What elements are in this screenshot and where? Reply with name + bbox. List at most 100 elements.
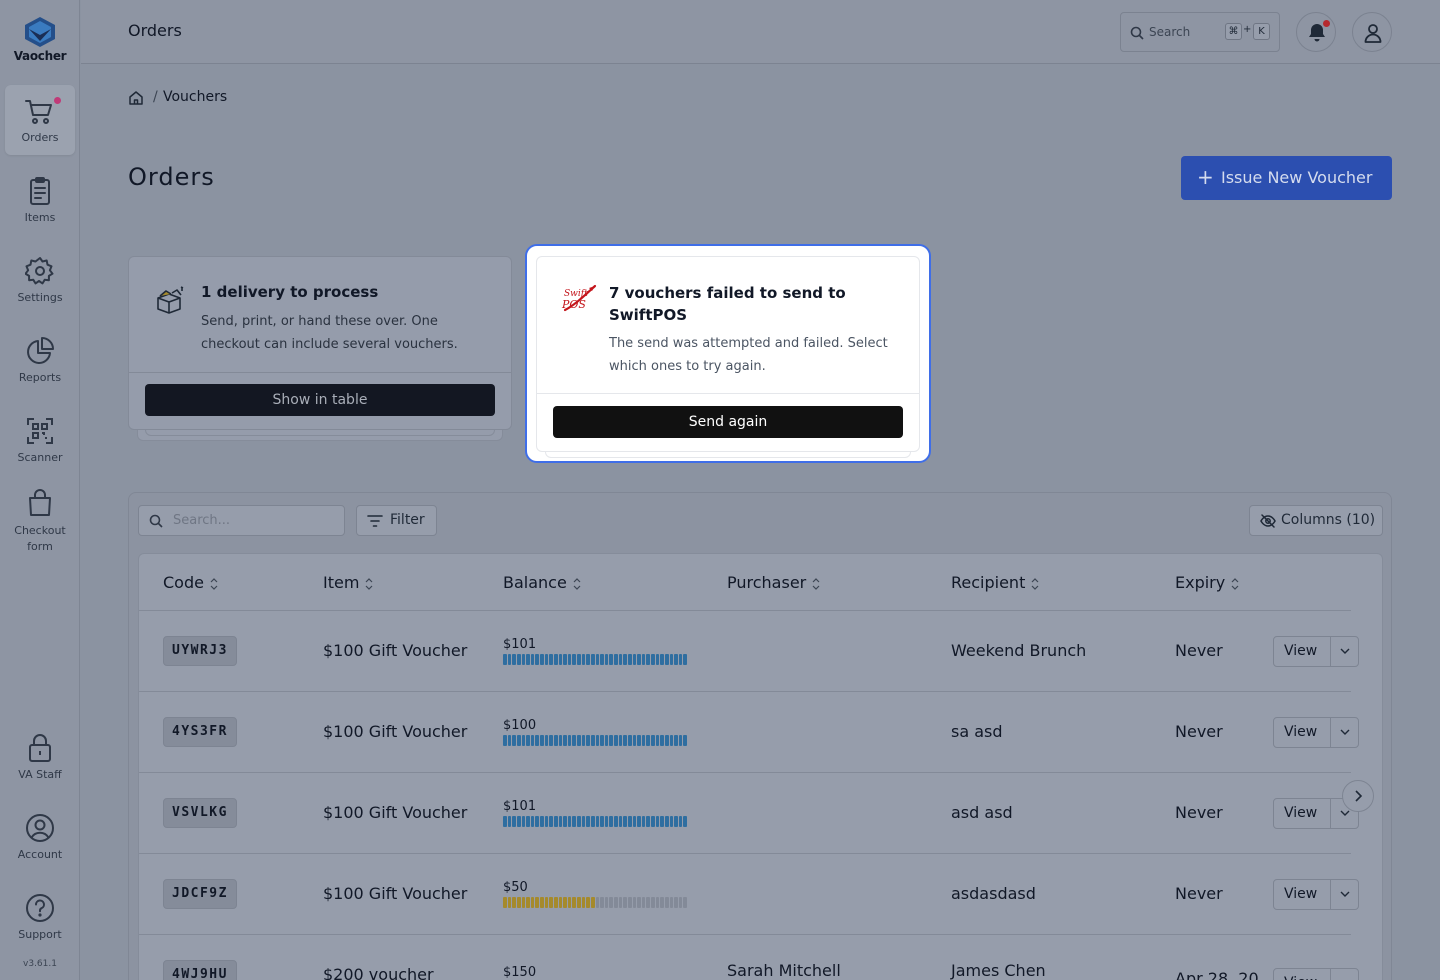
column-header-purchaser[interactable]: Purchaser xyxy=(727,573,820,592)
breadcrumb-current[interactable]: Vouchers xyxy=(163,89,227,105)
balance-bar-segment xyxy=(641,654,646,665)
filter-button[interactable]: Filter xyxy=(356,505,437,536)
balance-bar-segment xyxy=(604,654,609,665)
sidebar-item-items[interactable]: Items xyxy=(5,176,75,224)
sidebar-item-account[interactable]: Account xyxy=(5,813,75,861)
balance-bar-segment xyxy=(549,654,553,665)
balance-bar-segment xyxy=(512,897,516,908)
columns-label: Columns (10) xyxy=(1281,512,1376,528)
balance-bar-segment xyxy=(590,735,595,746)
split-divider xyxy=(1330,880,1331,909)
chevron-right-icon xyxy=(1355,790,1363,802)
column-header-code[interactable]: Code xyxy=(163,573,218,592)
column-header-expiry[interactable]: Expiry xyxy=(1175,573,1239,592)
app-logo[interactable]: Vaocher xyxy=(0,16,80,63)
balance-bar-segment xyxy=(664,654,669,665)
voucher-code: VSVLKG xyxy=(163,798,237,828)
user-menu-button[interactable] xyxy=(1352,12,1392,52)
issue-new-voucher-button[interactable]: + Issue New Voucher xyxy=(1181,156,1392,200)
balance-bar-segment xyxy=(678,897,683,908)
chevron-down-icon[interactable] xyxy=(1340,891,1350,897)
show-in-table-button[interactable]: Show in table xyxy=(145,384,495,416)
sort-icon xyxy=(812,577,820,590)
balance-bar-segment xyxy=(655,897,660,908)
column-header-balance[interactable]: Balance xyxy=(503,573,581,592)
view-button-group[interactable]: View xyxy=(1273,636,1359,667)
table-row[interactable]: JDCF9Z $100 Gift Voucher $50 asdasdasd N… xyxy=(139,854,1359,935)
column-header-item[interactable]: Item xyxy=(323,573,373,592)
balance-bar-segment xyxy=(614,897,618,908)
balance-bar-segment xyxy=(521,654,526,665)
balance-bar-segment xyxy=(567,654,572,665)
table-row[interactable]: 4YS3FR $100 Gift Voucher $100 sa asd Nev… xyxy=(139,692,1359,773)
chevron-down-icon[interactable] xyxy=(1340,810,1350,816)
balance-bar-segment xyxy=(637,654,641,665)
expiry-cell: Never xyxy=(1175,803,1223,822)
sidebar-item-orders[interactable]: Orders xyxy=(5,85,75,155)
card-divider xyxy=(537,393,919,394)
view-button[interactable]: View xyxy=(1284,724,1317,740)
delivery-card-title: 1 delivery to process xyxy=(201,283,379,301)
balance-amount: $101 xyxy=(503,799,537,814)
chevron-down-icon[interactable] xyxy=(1340,648,1350,654)
balance-bar-segment xyxy=(604,897,609,908)
column-header-recipient[interactable]: Recipient xyxy=(951,573,1039,592)
balance-bar-segment xyxy=(595,897,600,908)
balance-amount: $101 xyxy=(503,637,537,652)
chevron-down-icon[interactable] xyxy=(1340,729,1350,735)
table-row[interactable]: UYWRJ3 $100 Gift Voucher $101 Weekend Br… xyxy=(139,611,1359,692)
balance-bar-segment xyxy=(544,816,549,827)
view-button[interactable]: View xyxy=(1284,805,1317,821)
sort-icon xyxy=(365,577,373,590)
balance-bar-segment xyxy=(567,735,572,746)
balance-bar-segment xyxy=(595,735,600,746)
send-again-button[interactable]: Send again xyxy=(553,406,903,438)
sidebar-item-label: Account xyxy=(17,848,63,861)
clipboard-icon xyxy=(30,177,50,205)
view-button-group[interactable]: View xyxy=(1273,717,1359,748)
sidebar-item-settings[interactable]: Settings xyxy=(5,256,75,304)
view-button[interactable]: View xyxy=(1284,975,1317,980)
balance-bar-segment xyxy=(572,735,576,746)
balance-bar-segment xyxy=(577,735,581,746)
view-button-group[interactable]: View xyxy=(1273,879,1359,910)
balance-bar-segment xyxy=(664,816,669,827)
balance-bar-segment xyxy=(618,816,623,827)
sidebar-item-va-staff[interactable]: VA Staff xyxy=(5,733,75,781)
home-icon[interactable] xyxy=(128,90,144,106)
sidebar-item-label: Settings xyxy=(17,291,63,304)
balance-bar-segment xyxy=(637,816,641,827)
balance-bar-segment xyxy=(535,897,539,908)
global-search[interactable]: Search ⌘ + K xyxy=(1120,12,1280,52)
balance-bar-segment xyxy=(664,897,669,908)
columns-button[interactable]: Columns (10) xyxy=(1249,505,1383,536)
balance-bar-segment xyxy=(553,654,558,665)
sidebar-item-checkout-form[interactable]: Checkout form xyxy=(5,488,75,555)
sidebar-item-reports[interactable]: Reports xyxy=(5,336,75,384)
balance-bar-segment xyxy=(655,816,660,827)
balance-bar-segment xyxy=(655,735,660,746)
balance-bar-segment xyxy=(600,735,604,746)
balance-bar-segment xyxy=(549,897,553,908)
balance-bar-segment xyxy=(530,816,535,827)
balance-bar-segment xyxy=(678,816,683,827)
balance-bar-segment xyxy=(544,897,549,908)
table-row[interactable]: 4WJ9HU $200 voucher $150 Sarah Mitchell … xyxy=(139,935,1359,980)
sidebar-item-scanner[interactable]: Scanner xyxy=(5,416,75,464)
balance-bar-segment xyxy=(577,654,581,665)
notifications-button[interactable] xyxy=(1296,12,1336,52)
view-button[interactable]: View xyxy=(1284,643,1317,659)
sidebar-item-support[interactable]: Support xyxy=(5,893,75,941)
table-row[interactable]: VSVLKG $100 Gift Voucher $101 asd asd Ne… xyxy=(139,773,1359,854)
view-button[interactable]: View xyxy=(1284,886,1317,902)
pie-chart-icon xyxy=(27,337,54,364)
sidebar: Vaocher Orders Items Settings Reports Sc… xyxy=(0,0,80,980)
failed-card-title: 7 vouchers failed to send to SwiftPOS xyxy=(609,284,846,324)
view-button-group[interactable]: View xyxy=(1273,968,1359,980)
balance-bar-segment xyxy=(632,735,637,746)
scroll-right-button[interactable] xyxy=(1342,780,1374,812)
balance-bar-segment xyxy=(674,897,678,908)
table-search-input[interactable]: Search... xyxy=(138,505,345,536)
expiry-cell: Never xyxy=(1175,722,1223,741)
item-cell: $100 Gift Voucher xyxy=(323,884,468,903)
